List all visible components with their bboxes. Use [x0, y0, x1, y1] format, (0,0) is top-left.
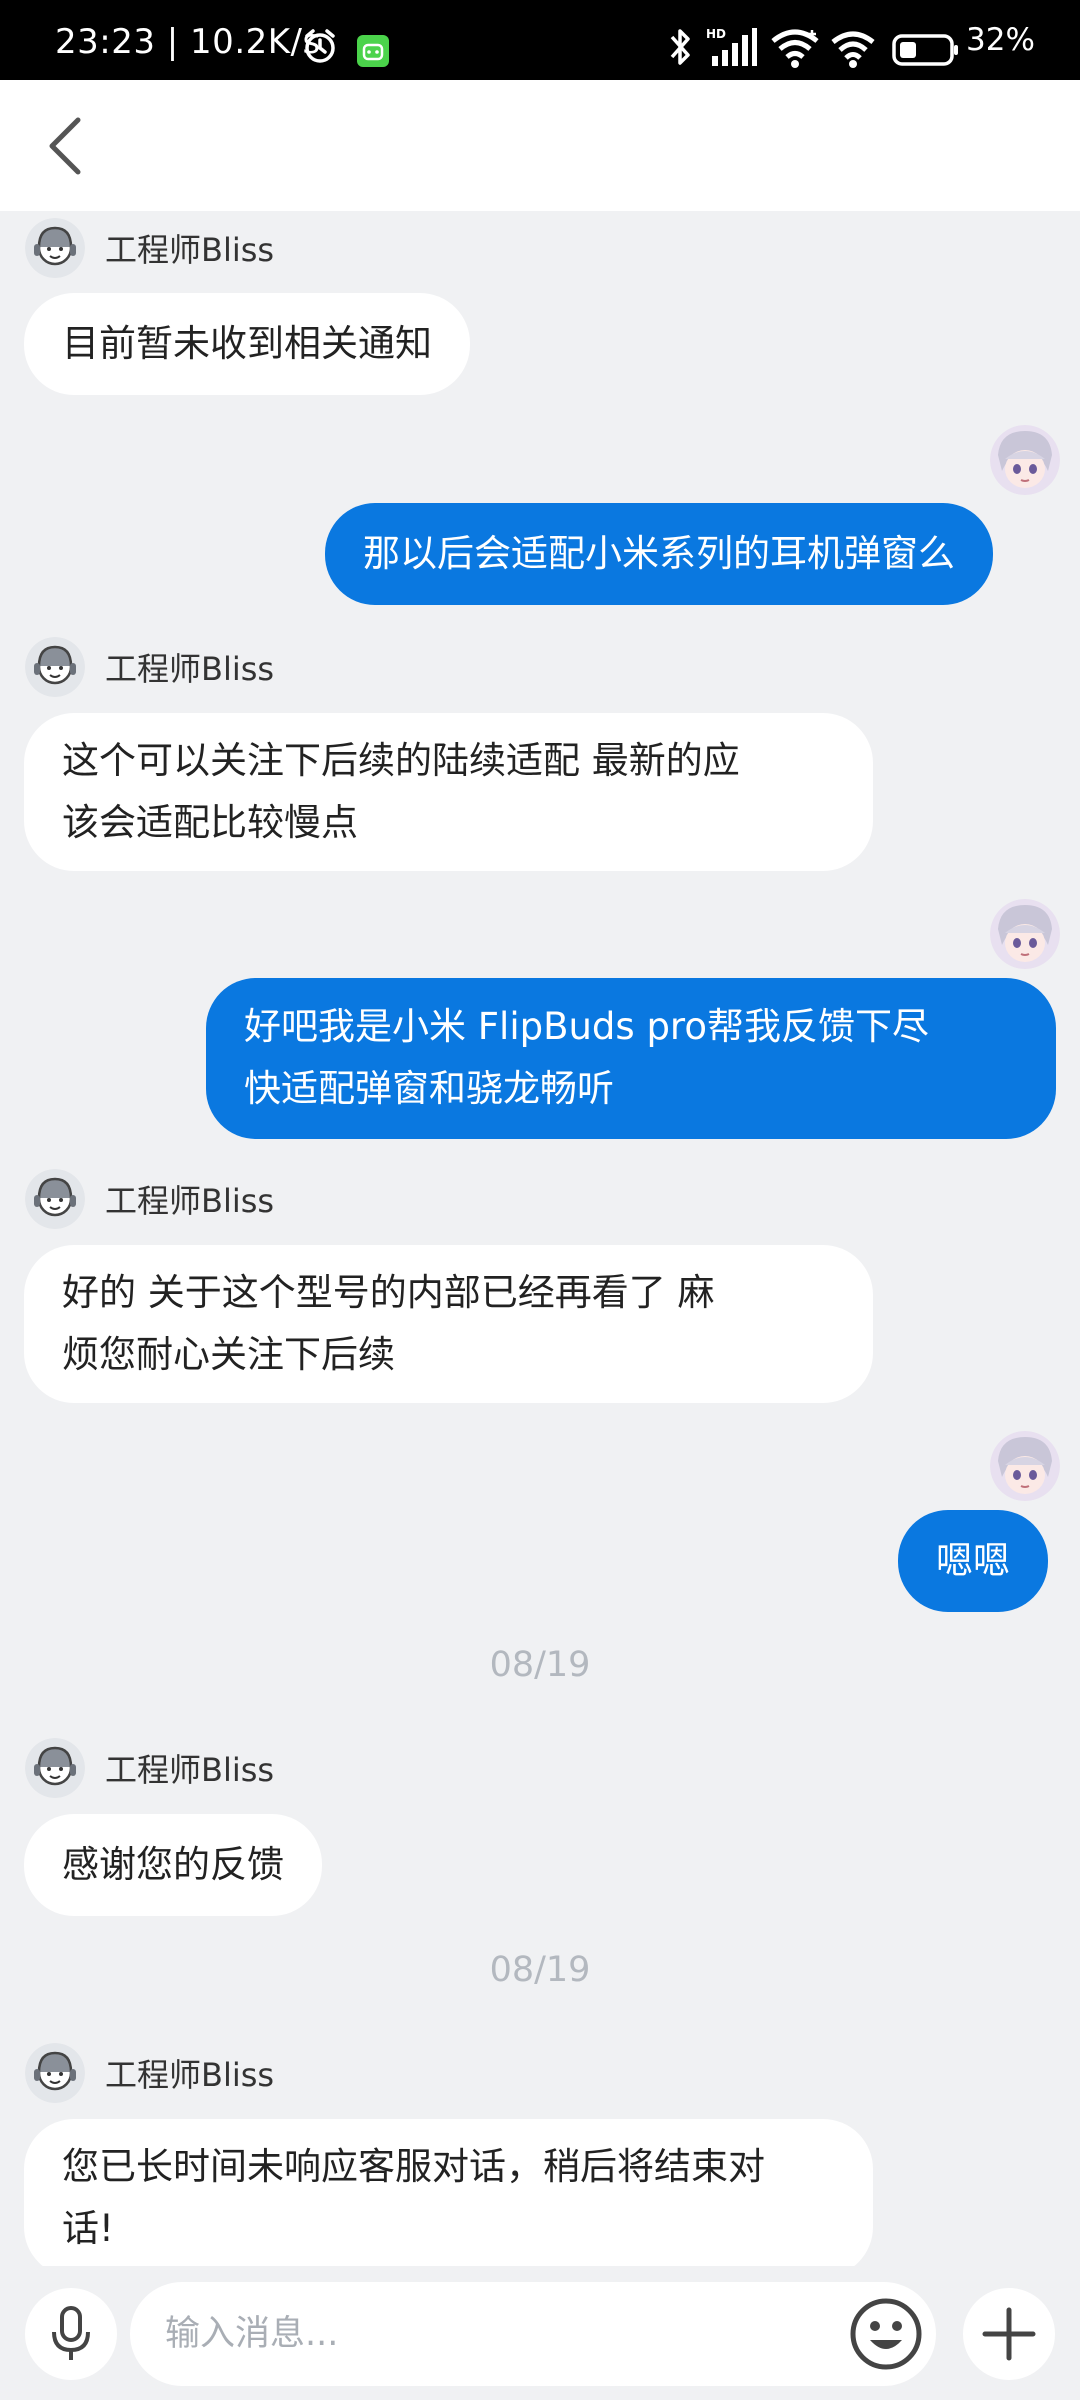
- message-line: 快适配弹窗和骁龙畅听: [244, 1067, 614, 1110]
- add-attachment-button[interactable]: [963, 2288, 1055, 2380]
- user-message-bubble[interactable]: 那以后会适配小米系列的耳机弹窗么: [325, 503, 993, 605]
- user-message-bubble[interactable]: 嗯嗯: [898, 1510, 1048, 1612]
- message-line: 这个可以关注下后续的陆续适配 最新的应: [62, 739, 740, 782]
- agent-header: 工程师Bliss: [25, 1738, 274, 1798]
- message-line: 您已长时间未响应客服对话，稍后将结束对: [62, 2145, 765, 2188]
- android-icon: [357, 35, 389, 67]
- battery-icon: [892, 34, 958, 66]
- user-avatar: [990, 425, 1060, 495]
- microphone-icon: [52, 2306, 90, 2360]
- agent-avatar: [25, 1169, 85, 1229]
- alarm-icon: [305, 29, 335, 63]
- message-line: 话!: [62, 2207, 114, 2250]
- date-separator: 08/19: [489, 1645, 591, 1685]
- battery-percent: 32%: [966, 22, 1035, 58]
- agent-name: 工程师Bliss: [105, 650, 275, 688]
- agent-message-bubble[interactable]: 目前暂未收到相关通知: [24, 293, 470, 395]
- voice-button[interactable]: [25, 2288, 117, 2380]
- agent-message-bubble[interactable]: 您已长时间未响应客服对话，稍后将结束对 话!: [24, 2119, 873, 2266]
- agent-header: 工程师Bliss: [25, 2043, 274, 2103]
- message-line: 该会适配比较慢点: [62, 801, 358, 844]
- user-message-bubble[interactable]: 好吧我是小米 FlipBuds pro帮我反馈下尽 快适配弹窗和骁龙畅听: [206, 978, 1056, 1139]
- user-avatar: [990, 899, 1060, 969]
- agent-avatar: [25, 637, 85, 697]
- message-line: 嗯嗯: [936, 1539, 1010, 1582]
- input-bar: [0, 2266, 1080, 2400]
- agent-name: 工程师Bliss: [105, 1751, 275, 1789]
- message-input[interactable]: [130, 2282, 936, 2386]
- agent-message-bubble[interactable]: 感谢您的反馈: [24, 1814, 322, 1916]
- bluetooth-icon: [670, 29, 690, 65]
- agent-name: 工程师Bliss: [105, 1182, 275, 1220]
- plus-icon: [982, 2307, 1036, 2361]
- agent-header: 工程师Bliss: [25, 1169, 274, 1229]
- user-avatar: [990, 1431, 1060, 1501]
- hd-signal-icon: HD: [706, 27, 757, 66]
- agent-avatar: [25, 218, 85, 278]
- agent-name: 工程师Bliss: [105, 231, 275, 269]
- message-line: 好吧我是小米 FlipBuds pro帮我反馈下尽: [244, 1005, 929, 1048]
- agent-avatar: [25, 2043, 85, 2103]
- chevron-left-icon: [49, 117, 81, 175]
- status-bar: 23:23 | 10.2K/s HD 32%: [0, 0, 1080, 80]
- message-line: 目前暂未收到相关通知: [62, 322, 432, 365]
- agent-avatar: [25, 1738, 85, 1798]
- svg-text:HD: HD: [706, 27, 726, 41]
- agent-message-bubble[interactable]: 好的 关于这个型号的内部已经再看了 麻 烦您耐心关注下后续: [24, 1245, 873, 1403]
- emoji-icon[interactable]: [848, 2296, 924, 2372]
- chat-header: [0, 80, 1080, 211]
- message-line: 感谢您的反馈: [62, 1843, 284, 1886]
- message-line: 好的 关于这个型号的内部已经再看了 麻: [62, 1271, 715, 1314]
- message-line: 烦您耐心关注下后续: [62, 1333, 395, 1376]
- agent-name: 工程师Bliss: [105, 2056, 275, 2094]
- agent-header: 工程师Bliss: [25, 218, 274, 278]
- wifi-icon: [771, 29, 819, 68]
- chat-list[interactable]: 工程师Bliss 目前暂未收到相关通知 那以后会适配小米系列的耳机弹窗么 工程师…: [0, 211, 1080, 2266]
- back-button[interactable]: [25, 104, 105, 188]
- wifi-icon: [831, 31, 875, 68]
- agent-message-bubble[interactable]: 这个可以关注下后续的陆续适配 最新的应 该会适配比较慢点: [24, 713, 873, 871]
- date-separator: 08/19: [489, 1950, 591, 1990]
- message-line: 那以后会适配小米系列的耳机弹窗么: [363, 532, 955, 575]
- status-time: 23:23 | 10.2K/s: [55, 22, 321, 62]
- agent-header: 工程师Bliss: [25, 637, 274, 697]
